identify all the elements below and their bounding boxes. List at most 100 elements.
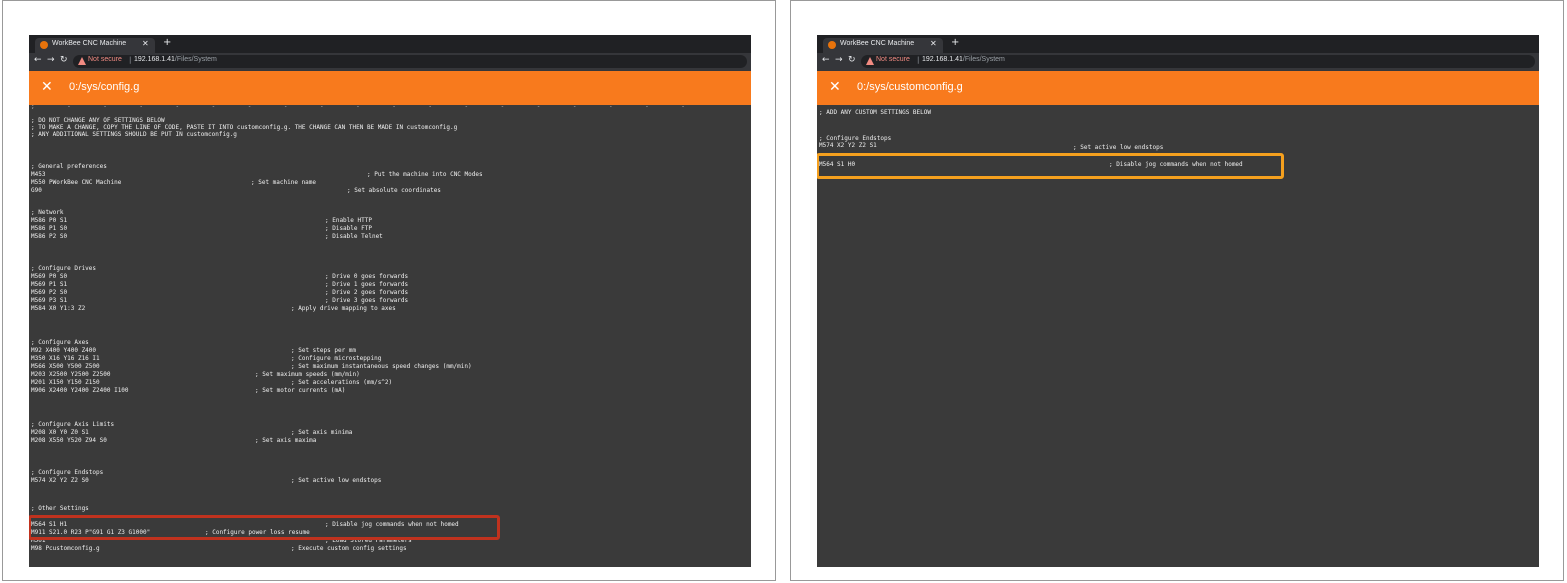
code-comment: ; Put the machine into CNC Modes bbox=[367, 171, 483, 178]
code-comment: ; Enable HTTP bbox=[325, 217, 372, 224]
left-browser-window: WorkBee CNC Machine ✕ + ← → ↻ Not secure… bbox=[29, 35, 751, 567]
close-icon[interactable]: ✕ bbox=[41, 79, 53, 95]
tab-strip: WorkBee CNC Machine ✕ + bbox=[817, 35, 1539, 53]
code-line: M550 PWorkBee CNC Machine bbox=[31, 179, 122, 186]
tab-strip: WorkBee CNC Machine ✕ + bbox=[29, 35, 751, 53]
back-icon[interactable]: ← bbox=[822, 55, 830, 65]
security-label[interactable]: Not secure bbox=[876, 56, 910, 63]
code-comment: ; Set machine name bbox=[251, 179, 317, 186]
address-bar: ← → ↻ Not secure | 192.168.1.41/Files/Sy… bbox=[29, 53, 751, 71]
url-text[interactable]: 192.168.1.41/Files/System bbox=[134, 56, 217, 63]
code-line: M569 P1 S1 bbox=[31, 281, 68, 288]
code-line: ; General preferences bbox=[31, 163, 107, 170]
code-line: M584 X0 Y1:3 Z2 bbox=[31, 305, 86, 312]
reload-icon[interactable]: ↻ bbox=[848, 55, 856, 65]
code-comment: ; Execute custom config settings bbox=[291, 545, 407, 552]
code-line: M569 P0 S0 bbox=[31, 273, 68, 280]
forward-icon[interactable]: → bbox=[835, 55, 843, 65]
warning-icon bbox=[78, 57, 86, 65]
code-line: M586 P0 S1 bbox=[31, 217, 68, 224]
code-comment: ; Drive 0 goes forwards bbox=[325, 273, 409, 280]
forward-icon[interactable]: → bbox=[47, 55, 55, 65]
code-comment: ; Set motor currents (mA) bbox=[255, 387, 346, 394]
code-line: M569 P3 S1 bbox=[31, 297, 68, 304]
left-screenshot-panel: WorkBee CNC Machine ✕ + ← → ↻ Not secure… bbox=[2, 0, 776, 581]
code-line: ; Network bbox=[31, 209, 64, 216]
code-comment: ; Disable FTP bbox=[325, 225, 372, 232]
code-line: M586 P2 S0 bbox=[31, 233, 68, 240]
tab-close-icon[interactable]: ✕ bbox=[930, 39, 937, 48]
file-path-title: 0:/sys/config.g bbox=[69, 81, 140, 93]
browser-tab[interactable]: WorkBee CNC Machine ✕ bbox=[823, 38, 943, 53]
separator: | bbox=[917, 56, 920, 64]
code-comment: ; Drive 3 goes forwards bbox=[325, 297, 409, 304]
code-line: M453 bbox=[31, 171, 46, 178]
url-host: 192.168.1.41 bbox=[922, 56, 963, 63]
code-line: M201 X150 Y150 Z150 bbox=[31, 379, 100, 386]
code-line: M350 X16 Y16 Z16 I1 bbox=[31, 355, 100, 362]
code-line: ; Configure Drives bbox=[31, 265, 97, 272]
code-line: ; Configure Axes bbox=[31, 339, 89, 346]
code-line: M98 Pcustomconfig.g bbox=[31, 545, 100, 552]
code-line: M566 X500 Y500 Z500 bbox=[31, 363, 100, 370]
close-icon[interactable]: ✕ bbox=[829, 79, 841, 95]
code-comment: ; Set absolute coordinates bbox=[347, 187, 441, 194]
code-line: M203 X2500 Y2500 Z2500 bbox=[31, 371, 111, 378]
code-comment: ; Set maximum instantaneous speed change… bbox=[291, 363, 472, 370]
code-comment: ; Apply drive mapping to axes bbox=[291, 305, 396, 312]
warning-icon bbox=[866, 57, 874, 65]
code-line: ; ADD ANY CUSTOM SETTINGS BELOW bbox=[819, 109, 931, 116]
highlight-box bbox=[817, 153, 1284, 179]
tab-title: WorkBee CNC Machine bbox=[840, 40, 915, 47]
code-comment: ; Set axis minima bbox=[291, 429, 353, 436]
address-bar: ← → ↻ Not secure | 192.168.1.41/Files/Sy… bbox=[817, 53, 1539, 71]
code-line: ; Configure Axis Limits bbox=[31, 421, 115, 428]
code-line: M208 X0 Y0 Z0 S1 bbox=[31, 429, 89, 436]
code-line: M574 X2 Y2 Z2 S1 bbox=[819, 142, 877, 149]
code-comment: ; Set steps per mm bbox=[291, 347, 357, 354]
separator: | bbox=[129, 56, 132, 64]
code-line: M574 X2 Y2 Z2 S0 bbox=[31, 477, 89, 484]
favicon-icon bbox=[828, 41, 836, 49]
code-comment: ; Set active low endstops bbox=[1073, 144, 1164, 151]
code-comment: ; Set maximum speeds (mm/min) bbox=[255, 371, 360, 378]
new-tab-icon[interactable]: + bbox=[163, 37, 171, 48]
code-line: M92 X400 Y400 Z400 bbox=[31, 347, 97, 354]
code-line: ; ANY ADDITIONAL SETTINGS SHOULD BE PUT … bbox=[31, 131, 237, 138]
code-line: M569 P2 S0 bbox=[31, 289, 68, 296]
code-comment: ; Drive 2 goes forwards bbox=[325, 289, 409, 296]
code-line: M586 P1 S0 bbox=[31, 225, 68, 232]
code-comment: ; Disable Telnet bbox=[325, 233, 383, 240]
editor-toolbar: ✕ 0:/sys/config.g bbox=[29, 71, 751, 105]
favicon-icon bbox=[40, 41, 48, 49]
omnibox[interactable]: Not secure | 192.168.1.41/Files/System bbox=[861, 55, 1535, 68]
right-browser-window: WorkBee CNC Machine ✕ + ← → ↻ Not secure… bbox=[817, 35, 1539, 567]
url-text[interactable]: 192.168.1.41/Files/System bbox=[922, 56, 1005, 63]
code-line: M906 X2400 Y2400 Z2400 I100 bbox=[31, 387, 129, 394]
code-editor[interactable]: ; - - - - - - - - - - - - - - - - - - ; … bbox=[29, 103, 751, 567]
url-path: /Files/System bbox=[174, 56, 217, 63]
back-icon[interactable]: ← bbox=[34, 55, 42, 65]
dash-divider: ; - - - - - - - - - - - - - - - - - - bbox=[31, 103, 685, 110]
code-comment: ; Set active low endstops bbox=[291, 477, 382, 484]
code-comment: ; Drive 1 goes forwards bbox=[325, 281, 409, 288]
reload-icon[interactable]: ↻ bbox=[60, 55, 68, 65]
code-comment: ; Set accelerations (mm/s^2) bbox=[291, 379, 393, 386]
security-label[interactable]: Not secure bbox=[88, 56, 122, 63]
browser-tab[interactable]: WorkBee CNC Machine ✕ bbox=[35, 38, 155, 53]
right-screenshot-panel: WorkBee CNC Machine ✕ + ← → ↻ Not secure… bbox=[790, 0, 1564, 581]
editor-toolbar: ✕ 0:/sys/customconfig.g bbox=[817, 71, 1539, 105]
code-comment: ; Set axis maxima bbox=[255, 437, 317, 444]
omnibox[interactable]: Not secure | 192.168.1.41/Files/System bbox=[73, 55, 747, 68]
code-editor[interactable]: ; ADD ANY CUSTOM SETTINGS BELOW ; Config… bbox=[817, 105, 1539, 567]
code-comment: ; Configure microstepping bbox=[291, 355, 382, 362]
url-host: 192.168.1.41 bbox=[134, 56, 175, 63]
highlight-box bbox=[29, 515, 500, 540]
tab-close-icon[interactable]: ✕ bbox=[142, 39, 149, 48]
url-path: /Files/System bbox=[962, 56, 1005, 63]
code-line: ; Configure Endstops bbox=[31, 469, 104, 476]
file-path-title: 0:/sys/customconfig.g bbox=[857, 81, 963, 93]
new-tab-icon[interactable]: + bbox=[951, 37, 959, 48]
code-line: G90 bbox=[31, 187, 42, 194]
code-line: ; Other Settings bbox=[31, 505, 89, 512]
